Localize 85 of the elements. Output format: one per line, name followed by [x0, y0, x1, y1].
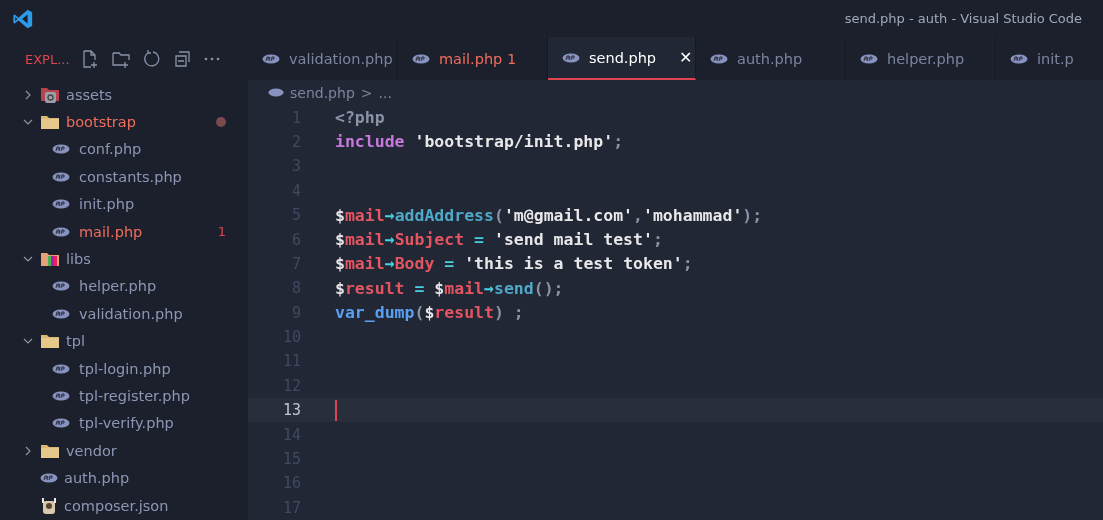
new-folder-icon[interactable] [111, 49, 131, 69]
refresh-icon[interactable] [142, 49, 162, 69]
code-line: $mail→addAddress('m@gmail.com','mohammad'); [335, 205, 763, 225]
code-line: $mail→Body = 'this is a test token'; [335, 254, 693, 274]
problem-count: 1 [217, 224, 226, 240]
file-name: helper.php [79, 278, 158, 295]
folder-gear-icon [40, 85, 60, 104]
tree-item[interactable]: libs [0, 245, 248, 273]
php-icon [52, 363, 70, 374]
line-number: 13 [281, 401, 302, 420]
tree-item[interactable]: assets [0, 81, 248, 109]
collapse-all-icon[interactable] [173, 49, 193, 69]
php-icon [562, 52, 580, 63]
tab-label: auth.php [737, 50, 803, 67]
window-title: send.php - auth - Visual Studio Code [844, 11, 1082, 26]
php-icon [268, 88, 284, 98]
figure-icon [40, 496, 58, 515]
file-name: bootstrap [66, 114, 137, 131]
code-line: $result = $mail→send(); [335, 278, 564, 298]
code-line: $mail→Subject = 'send mail test'; [335, 230, 663, 249]
new-file-icon[interactable] [80, 49, 100, 69]
file-name: vendor [66, 442, 118, 459]
tree-item[interactable]: validation.php [0, 300, 248, 328]
tab-label: helper.php [887, 50, 965, 67]
tab-label: init.p [1037, 50, 1074, 67]
file-name: tpl [66, 333, 86, 350]
file-name: conf.php [79, 141, 143, 158]
breadcrumb-item[interactable]: ... [378, 84, 392, 101]
php-icon [52, 226, 70, 237]
vscode-logo-icon [12, 7, 34, 30]
code-line: include 'bootstrap/init.php'; [335, 132, 624, 152]
file-name: mail.php [79, 223, 144, 240]
tree-item[interactable]: conf.php [0, 135, 248, 164]
file-name: auth.php [64, 470, 131, 487]
tree-item[interactable]: constants.php [0, 163, 248, 191]
editor-tab[interactable]: send.php ✕ [548, 37, 696, 81]
php-icon [52, 308, 70, 319]
tab-label: validation.php [289, 50, 393, 67]
breadcrumb-item[interactable]: send.php [290, 84, 355, 101]
code-line: var_dump($result) ; [335, 303, 524, 323]
tree-item[interactable]: tpl-register.php [0, 382, 248, 410]
php-icon [52, 199, 70, 210]
explorer-title: EXPL... [25, 51, 69, 67]
tree-item[interactable]: auth.php [0, 464, 248, 492]
tree-item[interactable]: tpl-login.php [0, 354, 248, 383]
tree-item[interactable]: tpl [0, 327, 248, 355]
file-name: composer.json [64, 497, 170, 514]
file-name: tpl-register.php [79, 388, 191, 404]
tree-item[interactable]: composer.json [0, 491, 248, 520]
problem-count: 1 [507, 50, 517, 67]
tree-item[interactable]: init.php [0, 190, 248, 218]
file-name: tpl-login.php [79, 360, 172, 377]
php-icon [262, 53, 280, 64]
php-icon [52, 281, 70, 292]
folder-icon [40, 114, 60, 131]
tree-item[interactable]: vendor [0, 437, 248, 465]
tree-item[interactable]: bootstrap [0, 108, 248, 136]
folder-icon [40, 442, 60, 459]
file-name: constants.php [79, 168, 183, 185]
close-icon[interactable]: ✕ [679, 48, 693, 68]
more-icon[interactable] [204, 57, 220, 61]
tree-item[interactable]: tpl-verify.php [0, 409, 248, 438]
tab-label: mail.php [439, 50, 503, 67]
file-name: libs [66, 251, 92, 268]
tree-item[interactable]: helper.php [0, 272, 248, 301]
php-icon [52, 171, 70, 182]
php-icon [1010, 53, 1028, 64]
tab-label: send.php [589, 49, 657, 66]
php-icon [710, 53, 728, 64]
file-name: init.php [79, 196, 136, 213]
folder-books-icon [40, 251, 60, 268]
code-line: <?php [335, 108, 385, 128]
folder-icon [40, 333, 60, 350]
breadcrumb-separator: > [360, 84, 373, 101]
php-icon [52, 391, 70, 401]
php-icon [860, 53, 878, 64]
php-icon [52, 418, 70, 429]
php-icon [40, 473, 58, 484]
tree-item[interactable]: mail.php 1 [0, 217, 248, 246]
file-name: validation.php [79, 305, 184, 322]
file-name: tpl-verify.php [79, 415, 175, 432]
php-icon [52, 144, 70, 155]
php-icon [412, 53, 430, 64]
text-cursor [335, 399, 337, 421]
file-name: assets [66, 86, 114, 103]
